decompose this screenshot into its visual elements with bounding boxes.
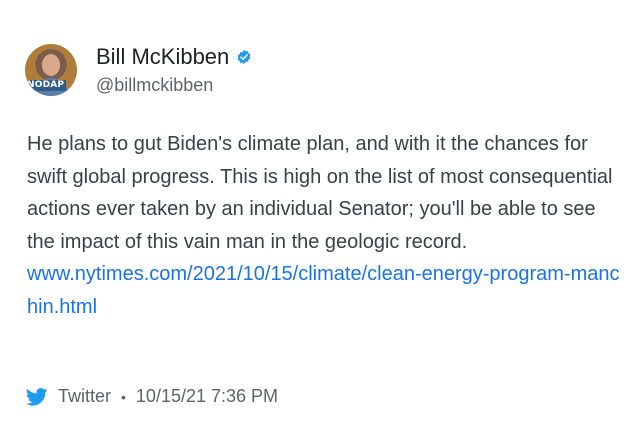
tweet-link[interactable]: www.nytimes.com/2021/10/15/climate/clean… <box>27 263 619 318</box>
verified-badge-icon <box>236 49 252 65</box>
avatar[interactable]: NODAP <box>25 44 77 96</box>
author-names: Bill McKibben @billmckibben <box>96 43 252 97</box>
name-row: Bill McKibben <box>96 43 252 71</box>
author-handle[interactable]: @billmckibben <box>96 73 252 97</box>
separator-dot: • <box>121 388 126 405</box>
tweet-card: NODAP Bill McKibben @billmckibben He pla… <box>0 0 640 423</box>
tweet-header: NODAP Bill McKibben @billmckibben <box>25 43 252 97</box>
tweet-footer: Twitter • 10/15/21 7:36 PM <box>25 386 278 407</box>
tweet-text: He plans to gut Biden's climate plan, an… <box>27 133 613 253</box>
avatar-face <box>42 54 60 76</box>
avatar-badge-text: NODAP <box>25 80 67 91</box>
tweet-body: He plans to gut Biden's climate plan, an… <box>27 128 627 323</box>
twitter-bird-icon <box>25 387 48 406</box>
tweet-timestamp[interactable]: 10/15/21 7:36 PM <box>136 386 278 407</box>
source-label[interactable]: Twitter <box>58 386 111 407</box>
author-display-name[interactable]: Bill McKibben <box>96 43 229 71</box>
